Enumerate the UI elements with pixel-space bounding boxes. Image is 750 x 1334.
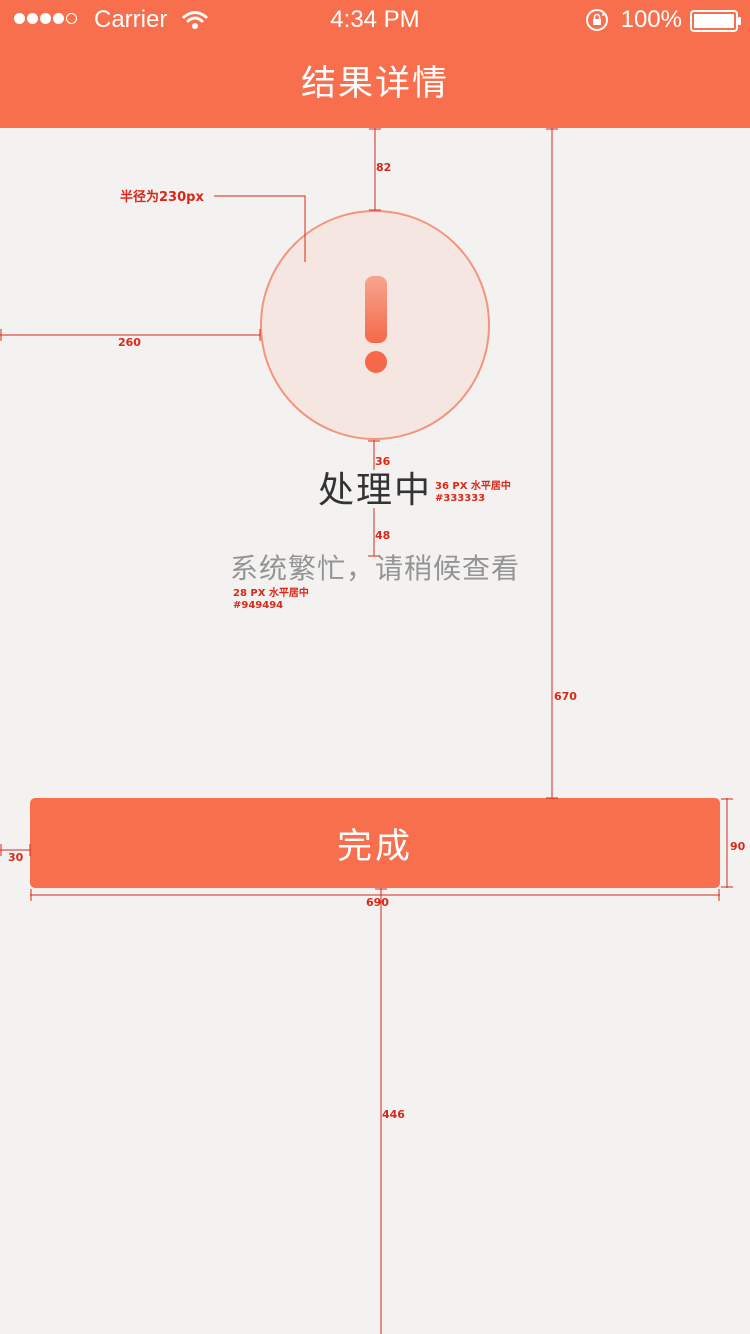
button-left-gap-label: 30 [8,851,24,864]
bottom-gap-label: 446 [382,1108,405,1121]
button-top-gap-label: 670 [554,690,577,703]
battery-percentage: 100% [620,6,682,33]
radius-note: 半径为230px [120,189,204,205]
status-description: 系统繁忙，请稍候查看 [229,552,520,585]
status-bar: Carrier 4:34 PM 100% [0,0,750,40]
nav-bar: 结果详情 [0,40,750,128]
button-width-label: 690 [366,896,389,909]
status-title: 处理中 [317,470,432,511]
desc-spec-color: #949494 [233,600,283,611]
page-title: 结果详情 [300,64,449,104]
icon-title-gap-label: 36 [375,455,391,468]
button-height-label: 90 [730,840,746,853]
title-desc-gap-label: 48 [375,529,390,542]
battery-icon [690,10,741,32]
desc-spec-size: 28 PX 水平居中 [233,586,309,599]
rotation-lock-icon [586,9,608,31]
left-gap-label: 260 [118,336,141,349]
exclamation-icon [365,276,387,373]
spec-annotations: 半径为230px 82 260 36 48 36 PX 水平居中 #333333… [0,128,746,1334]
top-gap-label: 82 [376,161,391,174]
done-button[interactable]: 完成 [30,798,720,888]
